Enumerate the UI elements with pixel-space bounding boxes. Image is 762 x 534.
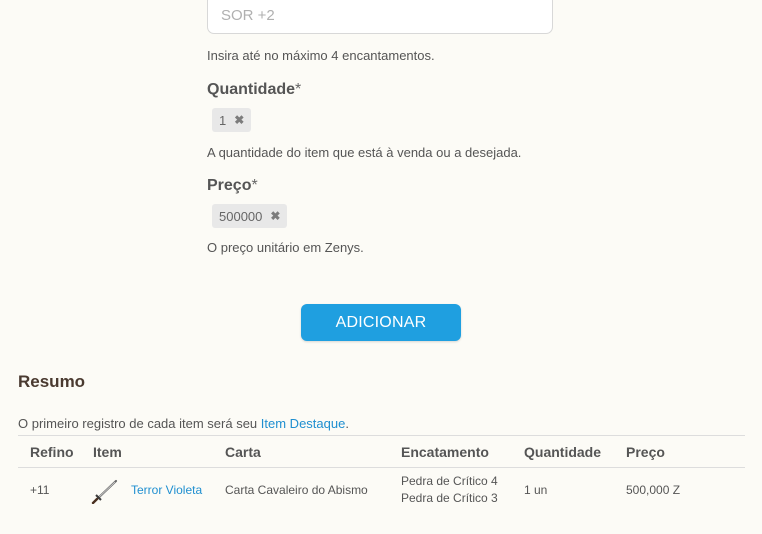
summary-table: Refino Item Carta Encatamento Quantidade… (18, 435, 745, 512)
enchant-input-placeholder: SOR +2 (221, 7, 275, 24)
enchant-help: Insira até no máximo 4 encantamentos. (207, 48, 435, 63)
quantity-label: Quantidade* (207, 81, 302, 98)
close-icon[interactable]: ✖ (270, 209, 280, 223)
quantity-help: A quantidade do item que está à venda ou… (207, 145, 522, 160)
price-value: 500000 (219, 208, 263, 224)
cell-enchant-1: Pedra de Crítico 4 (401, 474, 498, 488)
col-quantidade: Quantidade (524, 444, 602, 460)
quantity-value: 1 (219, 112, 227, 128)
cell-price: 500,000 Z (626, 483, 681, 497)
item-destaque-link[interactable]: Item Destaque (261, 416, 346, 431)
sword-icon (91, 478, 119, 509)
enchant-input[interactable]: SOR +2 (207, 0, 553, 34)
cell-enchant-2: Pedra de Crítico 3 (401, 491, 498, 505)
price-label: Preço* (207, 177, 258, 194)
price-help: O preço unitário em Zenys. (207, 240, 364, 255)
cell-refine: +11 (30, 483, 50, 497)
col-refino: Refino (30, 444, 74, 460)
cell-quantity: 1 un (524, 483, 548, 497)
summary-note: O primeiro registro de cada item será se… (18, 416, 349, 431)
price-tag[interactable]: 500000 ✖ (212, 204, 288, 228)
col-item: Item (93, 444, 122, 460)
table-row: +11 Terror Violeta Carta Cavaleiro do Ab… (18, 468, 745, 512)
col-preco: Preço (626, 444, 665, 460)
col-carta: Carta (225, 444, 261, 460)
quantity-tag[interactable]: 1 ✖ (212, 108, 252, 132)
col-encatamento: Encatamento (401, 444, 489, 460)
add-button[interactable]: ADICIONAR (301, 304, 461, 341)
cell-card: Carta Cavaleiro do Abismo (225, 483, 368, 497)
cell-item-link[interactable]: Terror Violeta (131, 483, 202, 497)
summary-title: Resumo (18, 372, 86, 391)
table-header: Refino Item Carta Encatamento Quantidade… (18, 435, 745, 468)
close-icon[interactable]: ✖ (234, 113, 244, 127)
